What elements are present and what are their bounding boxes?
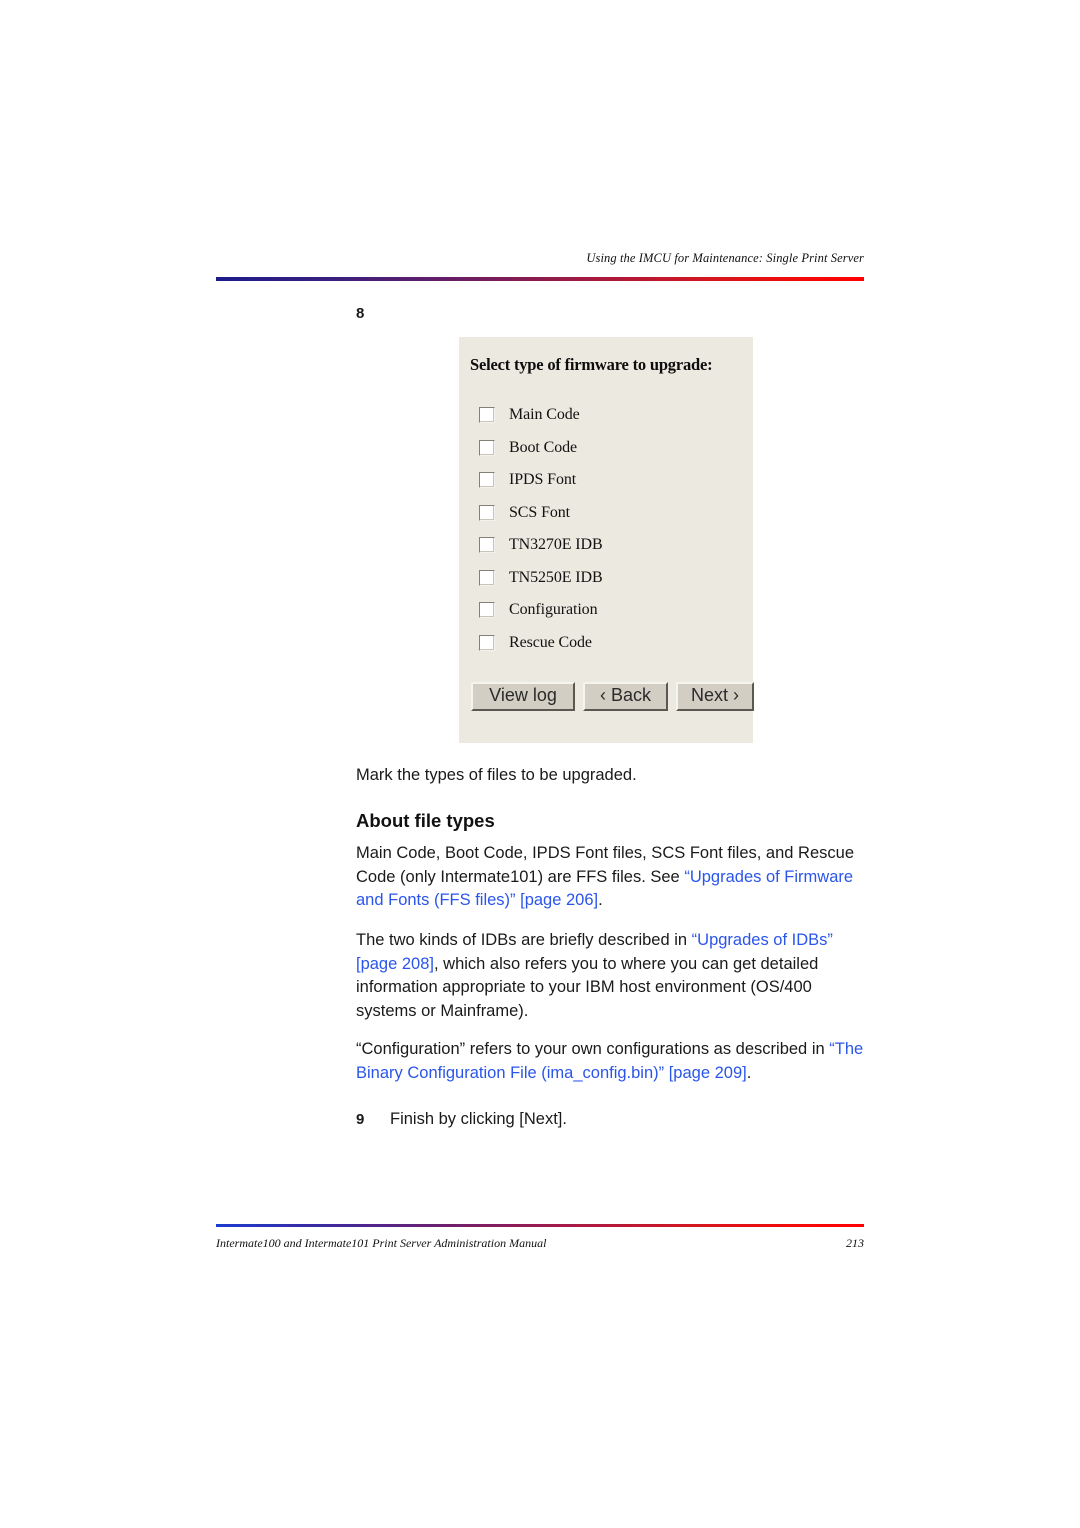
back-button[interactable]: ‹ Back bbox=[583, 682, 668, 711]
checkbox-icon[interactable] bbox=[479, 602, 495, 619]
step-number-9: 9 bbox=[356, 1111, 365, 1128]
paragraph-ffs-files: Main Code, Boot Code, IPDS Font files, S… bbox=[356, 842, 866, 913]
para3-tail: . bbox=[746, 1063, 752, 1082]
checkbox-icon[interactable] bbox=[479, 472, 495, 489]
page-footer: Intermate100 and Intermate101 Print Serv… bbox=[216, 1236, 864, 1251]
checkbox-icon[interactable] bbox=[479, 569, 495, 586]
checkbox-row[interactable]: Rescue Code bbox=[479, 627, 729, 660]
checkbox-label: Configuration bbox=[509, 601, 598, 619]
footer-page-number: 213 bbox=[846, 1236, 864, 1250]
checkbox-icon[interactable] bbox=[479, 407, 495, 424]
document-page: Using the IMCU for Maintenance: Single P… bbox=[0, 0, 1080, 1528]
checkbox-row[interactable]: SCS Font bbox=[479, 497, 729, 530]
checkbox-row[interactable]: TN5250E IDB bbox=[479, 562, 729, 595]
checkbox-icon[interactable] bbox=[479, 537, 495, 554]
next-button[interactable]: Next › bbox=[676, 682, 754, 711]
step-9-text: Finish by clicking [Next]. bbox=[390, 1110, 567, 1128]
para1-tail: . bbox=[598, 891, 603, 909]
checkbox-label: TN5250E IDB bbox=[509, 568, 603, 586]
checkbox-label: IPDS Font bbox=[509, 471, 577, 489]
checkbox-row[interactable]: Configuration bbox=[479, 594, 729, 627]
checkbox-label: SCS Font bbox=[509, 503, 571, 521]
footer-manual-title: Intermate100 and Intermate101 Print Serv… bbox=[216, 1236, 547, 1250]
dialog-button-row: View log ‹ Back Next › bbox=[471, 682, 754, 711]
checkbox-row[interactable]: IPDS Font bbox=[479, 464, 729, 497]
step-number-8: 8 bbox=[356, 305, 365, 322]
step-8-caption: Mark the types of files to be upgraded. bbox=[356, 766, 637, 784]
checkbox-label: Boot Code bbox=[509, 438, 577, 456]
paragraph-configuration: “Configuration” refers to your own confi… bbox=[356, 1038, 866, 1085]
para2-lead: The two kinds of IDBs are briefly descri… bbox=[356, 931, 692, 949]
footer-rule bbox=[216, 1224, 864, 1227]
para3-lead: “Configuration” refers to your own confi… bbox=[356, 1040, 830, 1058]
checkbox-label: Rescue Code bbox=[509, 633, 592, 651]
checkbox-icon[interactable] bbox=[479, 634, 495, 651]
firmware-upgrade-dialog: Select type of firmware to upgrade: Main… bbox=[459, 337, 754, 743]
view-log-button[interactable]: View log bbox=[471, 682, 575, 711]
running-head: Using the IMCU for Maintenance: Single P… bbox=[586, 251, 864, 265]
checkbox-row[interactable]: TN3270E IDB bbox=[479, 529, 729, 562]
header-rule bbox=[216, 277, 864, 281]
checkbox-row[interactable]: Main Code bbox=[479, 399, 729, 432]
checkbox-icon[interactable] bbox=[479, 504, 495, 521]
checkbox-label: TN3270E IDB bbox=[509, 536, 603, 554]
section-heading: About file types bbox=[356, 810, 495, 831]
checkbox-label: Main Code bbox=[509, 406, 580, 424]
checkbox-icon[interactable] bbox=[479, 439, 495, 456]
dialog-title: Select type of firmware to upgrade: bbox=[470, 355, 713, 374]
checkbox-row[interactable]: Boot Code bbox=[479, 432, 729, 465]
paragraph-idbs: The two kinds of IDBs are briefly descri… bbox=[356, 929, 866, 1023]
firmware-type-checklist: Main Code Boot Code IPDS Font SCS Font TN327… bbox=[479, 399, 729, 659]
